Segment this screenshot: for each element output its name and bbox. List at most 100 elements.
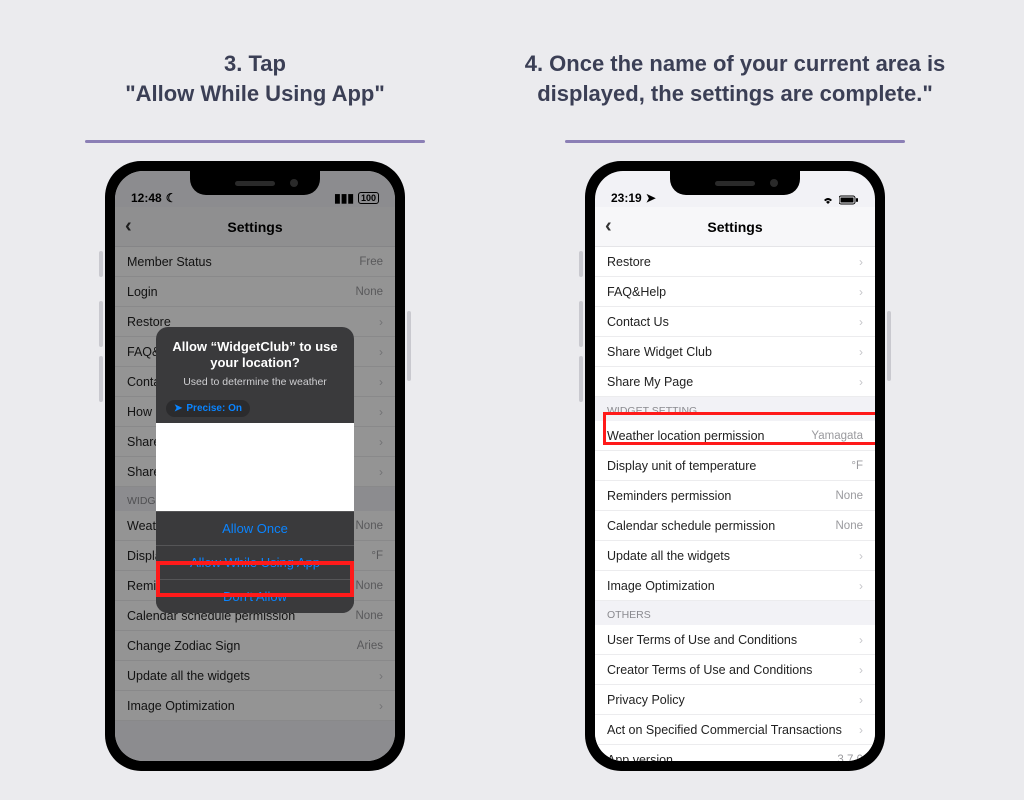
row-label: Share Widget Club: [607, 345, 712, 359]
settings-row[interactable]: Share Widget Club ›: [595, 337, 875, 367]
settings-row[interactable]: Privacy Policy ›: [595, 685, 875, 715]
step-4-caption: 4. Once the name of your current area is…: [500, 0, 970, 140]
settings-row[interactable]: Creator Terms of Use and Conditions›: [595, 655, 875, 685]
settings-row[interactable]: Act on Specified Commercial Transactions…: [595, 715, 875, 745]
settings-row[interactable]: Weather location permission Yamagata: [595, 421, 875, 451]
settings-row[interactable]: Reminders permissionNone: [595, 481, 875, 511]
row-value: ›: [859, 663, 863, 677]
chevron-right-icon: ›: [859, 579, 863, 593]
location-arrow-icon: ➤: [646, 191, 656, 205]
chevron-right-icon: ›: [379, 669, 383, 683]
row-value: ›: [859, 345, 863, 359]
map-preview: [156, 423, 354, 511]
step-4-panel: 4. Once the name of your current area is…: [500, 0, 970, 771]
settings-row[interactable]: LoginNone: [115, 277, 395, 307]
status-right: ▮▮▮ 100: [334, 191, 379, 205]
notch: [670, 171, 800, 195]
chevron-right-icon: ›: [859, 633, 863, 647]
row-value: ›: [859, 693, 863, 707]
row-value: None: [356, 520, 384, 532]
settings-row[interactable]: Update all the widgets ›: [115, 661, 395, 691]
row-value: Aries: [357, 640, 383, 652]
row-value: ›: [859, 633, 863, 647]
settings-row[interactable]: App version3.7.0: [595, 745, 875, 761]
back-icon[interactable]: ‹: [125, 215, 132, 238]
side-button: [887, 311, 891, 381]
row-value: None: [356, 580, 384, 592]
phone-screen: 12:48 ☾ ▮▮▮ 100 ‹ Settings Member Status…: [115, 171, 395, 761]
chevron-right-icon: ›: [379, 405, 383, 419]
row-value: ›: [859, 549, 863, 563]
chevron-right-icon: ›: [859, 315, 863, 329]
settings-row[interactable]: Display unit of temperature°F: [595, 451, 875, 481]
row-value: ›: [379, 465, 383, 479]
dont-allow-button[interactable]: Don't Allow: [156, 579, 354, 613]
chevron-right-icon: ›: [379, 315, 383, 329]
divider: [565, 140, 905, 143]
side-button: [579, 251, 583, 277]
row-label: Privacy Policy: [607, 693, 685, 707]
chevron-right-icon: ›: [859, 285, 863, 299]
side-button: [99, 356, 103, 402]
chevron-right-icon: ›: [859, 693, 863, 707]
settings-row[interactable]: Image Optimization ›: [115, 691, 395, 721]
row-value: °F: [371, 550, 383, 562]
settings-row[interactable]: User Terms of Use and Conditions›: [595, 625, 875, 655]
settings-row[interactable]: Contact Us›: [595, 307, 875, 337]
settings-list: Restore›FAQ&Help›Contact Us›Share Widget…: [595, 247, 875, 761]
settings-row[interactable]: Update all the widgets ›: [595, 541, 875, 571]
row-label: Change Zodiac Sign: [127, 639, 240, 653]
row-label: Update all the widgets: [607, 549, 730, 563]
row-value: ›: [379, 315, 383, 329]
settings-row[interactable]: FAQ&Help›: [595, 277, 875, 307]
chevron-right-icon: ›: [379, 465, 383, 479]
allow-once-button[interactable]: Allow Once: [156, 511, 354, 545]
status-time: 23:19: [611, 191, 642, 205]
row-value: None: [836, 520, 864, 532]
side-button: [99, 301, 103, 347]
signal-icon: ▮▮▮: [334, 191, 354, 205]
settings-row[interactable]: Change Zodiac Sign Aries: [115, 631, 395, 661]
row-label: Act on Specified Commercial Transactions: [607, 723, 842, 737]
alert-subtitle: Used to determine the weather: [170, 376, 340, 388]
row-value: ›: [379, 699, 383, 713]
alert-title: Allow “WidgetClub” to use your location?: [170, 339, 340, 372]
divider: [85, 140, 425, 143]
row-value: ›: [379, 435, 383, 449]
side-button: [579, 356, 583, 402]
status-right: [821, 195, 859, 205]
row-label: Weather location permission: [607, 429, 764, 443]
row-value: Yamagata: [811, 430, 863, 442]
chevron-right-icon: ›: [859, 549, 863, 563]
row-value: None: [356, 286, 384, 298]
row-value: ›: [859, 285, 863, 299]
phone-mockup-left: 12:48 ☾ ▮▮▮ 100 ‹ Settings Member Status…: [105, 161, 405, 771]
nav-title: Settings: [707, 219, 762, 235]
row-label: How: [127, 405, 152, 419]
chevron-right-icon: ›: [379, 375, 383, 389]
row-label: Member Status: [127, 255, 212, 269]
side-button: [99, 251, 103, 277]
row-label: Image Optimization: [127, 699, 235, 713]
row-value: ›: [379, 669, 383, 683]
row-value: 3.7.0: [837, 754, 863, 762]
notch: [190, 171, 320, 195]
phone-screen: 23:19 ➤ ‹ Settings Restore›FAQ&Help›Cont…: [595, 171, 875, 761]
settings-row[interactable]: Share My Page›: [595, 367, 875, 397]
settings-row[interactable]: Restore›: [595, 247, 875, 277]
precise-badge[interactable]: ➤ Precise: On: [166, 400, 250, 417]
back-icon[interactable]: ‹: [605, 215, 612, 238]
moon-icon: ☾: [166, 191, 177, 205]
settings-row[interactable]: Member StatusFree: [115, 247, 395, 277]
settings-row[interactable]: Image Optimization›: [595, 571, 875, 601]
allow-while-using-button[interactable]: Allow While Using App: [156, 545, 354, 579]
row-value: ›: [859, 255, 863, 269]
row-value: °F: [851, 460, 863, 472]
row-label: Calendar schedule permission: [607, 519, 775, 533]
chevron-right-icon: ›: [859, 255, 863, 269]
settings-row[interactable]: Calendar schedule permission None: [595, 511, 875, 541]
row-label: Update all the widgets: [127, 669, 250, 683]
row-value: ›: [379, 345, 383, 359]
chevron-right-icon: ›: [379, 699, 383, 713]
location-arrow-icon: ➤: [174, 403, 182, 414]
